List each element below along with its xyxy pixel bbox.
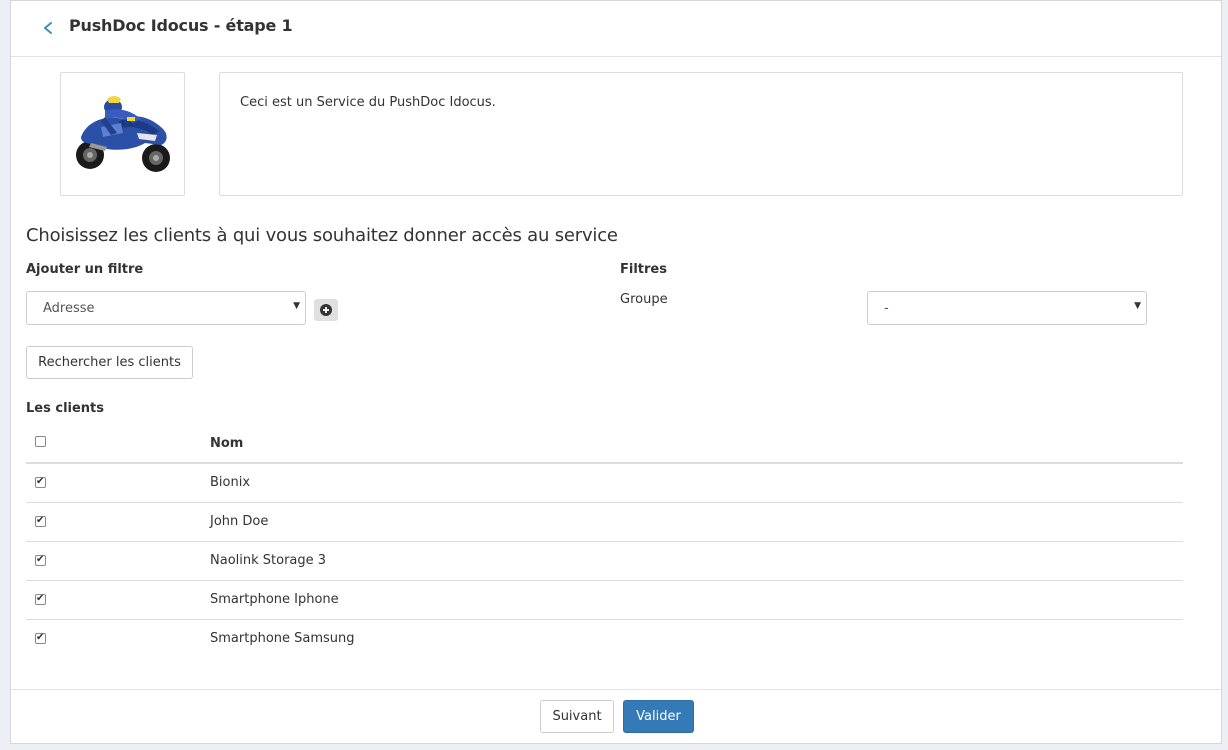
row-checkbox[interactable]: ✔ bbox=[35, 593, 46, 605]
table-header: Nom bbox=[26, 425, 1183, 464]
row-checkbox[interactable]: ✔ bbox=[35, 554, 46, 566]
row-checkbox[interactable]: ✔ bbox=[35, 476, 46, 488]
service-description-box: Ceci est un Service du PushDoc Idocus. bbox=[219, 72, 1183, 196]
client-name: John Doe bbox=[210, 514, 269, 529]
check-icon: ✔ bbox=[36, 554, 45, 565]
service-description: Ceci est un Service du PushDoc Idocus. bbox=[240, 95, 496, 110]
next-button[interactable]: Suivant bbox=[540, 700, 614, 733]
service-panel: PushDoc Idocus - étape 1 Ceci est un Ser… bbox=[10, 0, 1222, 744]
client-name: Smartphone Samsung bbox=[210, 631, 355, 646]
filters-label: Filtres bbox=[620, 262, 667, 277]
group-select[interactable]: - ▼ bbox=[867, 291, 1147, 325]
caret-down-icon: ▼ bbox=[1134, 301, 1141, 311]
section-title: Choisissez les clients à qui vous souhai… bbox=[26, 225, 618, 246]
clients-label: Les clients bbox=[26, 401, 105, 416]
group-label: Groupe bbox=[620, 292, 668, 307]
filter-select[interactable]: Adresse ▼ bbox=[26, 291, 306, 325]
page-title: PushDoc Idocus - étape 1 bbox=[69, 16, 293, 35]
row-checkbox[interactable]: ✔ bbox=[35, 515, 46, 527]
check-icon: ✔ bbox=[36, 632, 45, 643]
select-all-checkbox[interactable] bbox=[35, 436, 46, 447]
client-name: Bionix bbox=[210, 475, 251, 490]
validate-button[interactable]: Valider bbox=[623, 700, 694, 733]
chevron-left-icon[interactable] bbox=[37, 17, 61, 41]
column-header-name: Nom bbox=[210, 436, 244, 451]
add-filter-label: Ajouter un filtre bbox=[26, 262, 144, 277]
check-icon: ✔ bbox=[36, 515, 45, 526]
motorcycle-image bbox=[76, 96, 170, 172]
service-image bbox=[60, 72, 185, 196]
row-checkbox[interactable]: ✔ bbox=[35, 632, 46, 644]
client-name: Naolink Storage 3 bbox=[210, 553, 327, 568]
client-name: Smartphone Iphone bbox=[210, 592, 339, 607]
caret-down-icon: ▼ bbox=[293, 301, 300, 311]
check-icon: ✔ bbox=[36, 476, 45, 487]
panel-header: PushDoc Idocus - étape 1 bbox=[11, 1, 1221, 57]
table-row: ✔ Smartphone Iphone bbox=[26, 581, 1183, 620]
search-clients-button[interactable]: Rechercher les clients bbox=[26, 346, 193, 379]
table-row: ✔ Bionix bbox=[26, 464, 1183, 503]
clients-table: Nom ✔ Bionix ✔ John Doe ✔ Naolink Storag… bbox=[26, 425, 1183, 659]
add-filter-button[interactable] bbox=[314, 299, 338, 321]
check-icon: ✔ bbox=[36, 593, 45, 604]
table-row: ✔ Naolink Storage 3 bbox=[26, 542, 1183, 581]
plus-circle-icon bbox=[320, 304, 332, 316]
footer-divider bbox=[11, 689, 1221, 690]
table-row: ✔ Smartphone Samsung bbox=[26, 620, 1183, 659]
group-select-value: - bbox=[884, 301, 889, 316]
filter-select-value: Adresse bbox=[43, 301, 95, 316]
table-row: ✔ John Doe bbox=[26, 503, 1183, 542]
